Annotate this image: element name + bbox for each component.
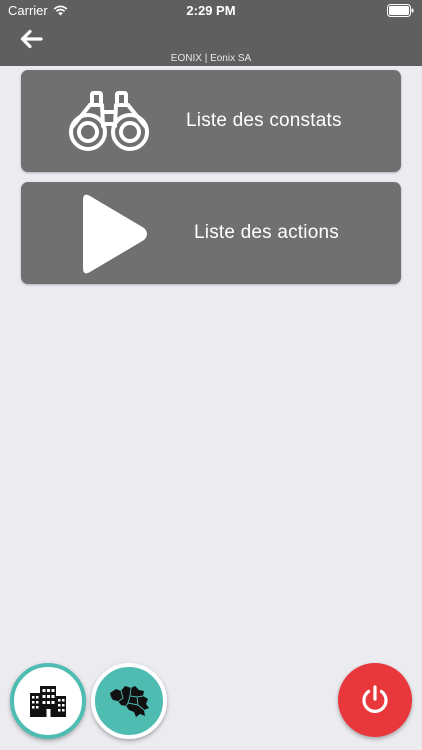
map-button[interactable]: [91, 663, 167, 739]
buildings-button[interactable]: [10, 663, 86, 739]
power-icon: [362, 685, 388, 713]
nav-subtitle: EONIX | Eonix SA: [170, 53, 252, 64]
menu-card-label: Liste des actions: [194, 222, 339, 243]
arrow-left-icon: [20, 29, 43, 49]
menu-card-constats[interactable]: Liste des constats: [21, 70, 401, 172]
buildings-icon: [30, 686, 66, 717]
back-button[interactable]: [14, 24, 48, 54]
binoculars-icon: [69, 91, 149, 151]
battery-icon: [387, 4, 414, 17]
carrier-label: Carrier: [8, 3, 48, 18]
menu-card-actions[interactable]: Liste des actions: [21, 182, 401, 284]
play-icon: [83, 194, 147, 274]
belgium-map-icon: [110, 686, 149, 717]
screen: Carrier 2:29 PM EONIX | Eonix SA Liste d…: [0, 0, 422, 750]
status-carrier: Carrier: [8, 3, 68, 18]
power-button[interactable]: [338, 663, 412, 737]
menu-card-label: Liste des constats: [186, 110, 342, 131]
wifi-icon: [53, 5, 68, 16]
header: Carrier 2:29 PM EONIX | Eonix SA: [0, 0, 422, 66]
